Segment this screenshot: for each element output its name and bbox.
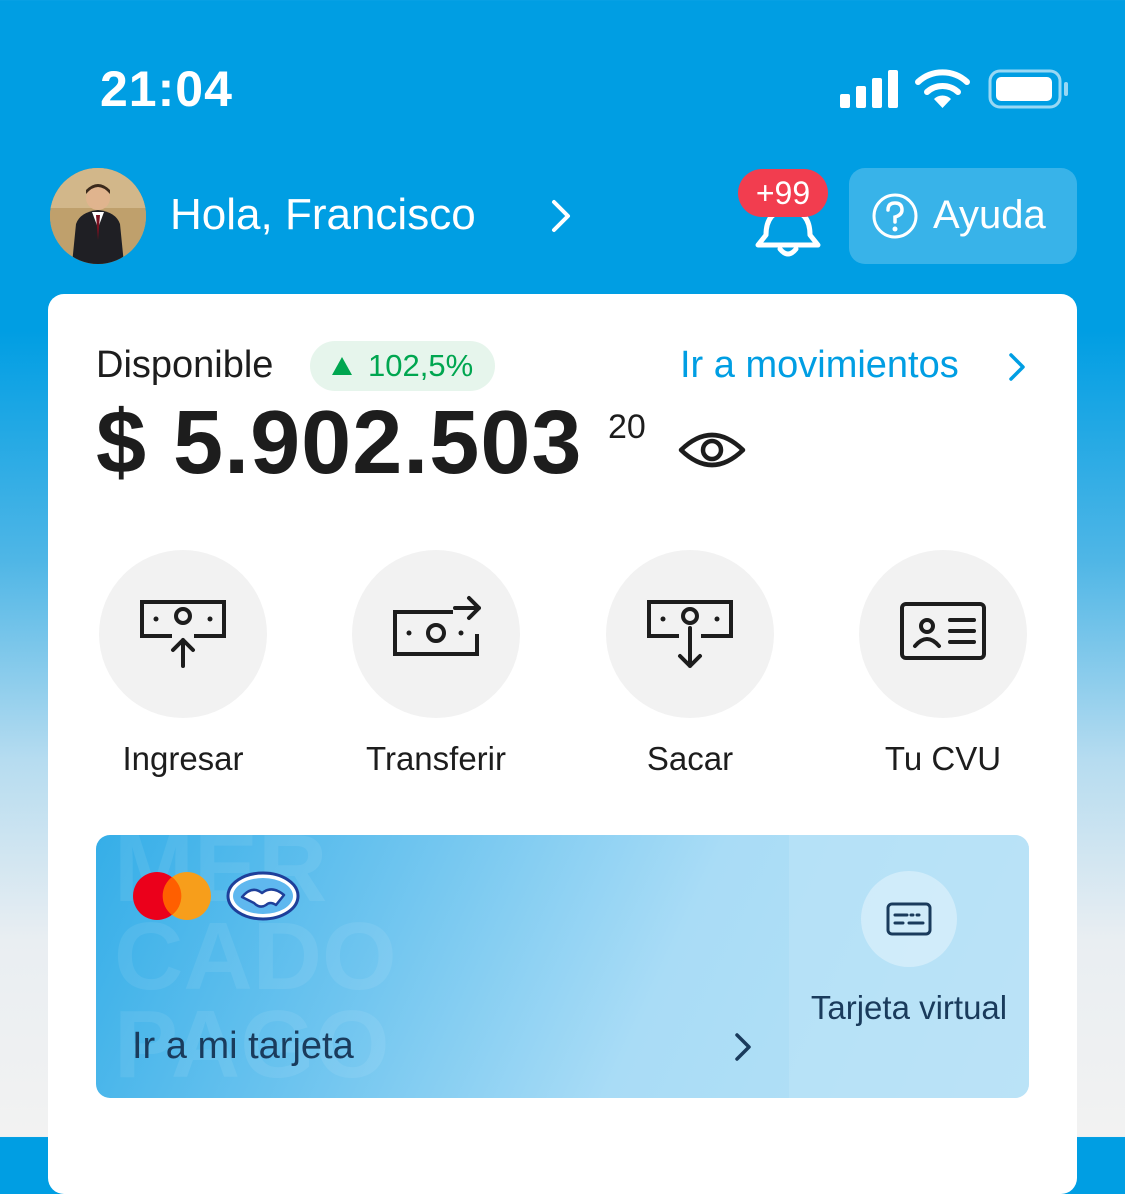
- action-tu-cvu[interactable]: Tu CVU: [858, 550, 1028, 778]
- top-header: Hola, Francisco +99 Ayuda: [0, 165, 1125, 265]
- balance-amount: $ 5.902.503: [96, 393, 583, 493]
- action-sacar[interactable]: Sacar: [605, 550, 775, 778]
- battery-icon: [988, 69, 1068, 109]
- chevron-right-icon[interactable]: [732, 1030, 754, 1064]
- available-label: Disponible: [96, 344, 274, 386]
- user-photo: [50, 168, 146, 264]
- growth-value: 102,5%: [368, 348, 474, 383]
- virtual-card-icon: [886, 902, 932, 936]
- money-in-icon: [140, 600, 226, 668]
- eye-icon[interactable]: [678, 428, 746, 472]
- chevron-right-icon[interactable]: [1006, 351, 1028, 383]
- greeting[interactable]: Hola, Francisco: [170, 190, 476, 240]
- movements-link[interactable]: Ir a movimientos: [680, 344, 959, 387]
- status-bar: 21:04: [0, 0, 1125, 150]
- virtual-card-button[interactable]: Tarjeta virtual: [789, 835, 1029, 1098]
- go-to-card-link[interactable]: Ir a mi tarjeta: [132, 1025, 354, 1068]
- mercado-pago-handshake-logo-icon: [226, 871, 300, 921]
- chevron-right-icon[interactable]: [548, 198, 574, 234]
- help-label: Ayuda: [933, 193, 1046, 237]
- action-circle[interactable]: [606, 550, 774, 718]
- mastercard-logo-icon: [133, 872, 211, 920]
- action-circle[interactable]: [859, 550, 1027, 718]
- notification-badge: +99: [738, 169, 828, 217]
- question-circle-icon: [872, 193, 918, 239]
- action-label: Sacar: [646, 740, 734, 777]
- cellular-signal-icon: [840, 70, 898, 108]
- up-triangle-icon: [332, 357, 352, 375]
- action-circle[interactable]: [352, 550, 520, 718]
- status-time: 21:04: [100, 61, 233, 117]
- growth-badge: 102,5%: [310, 341, 496, 391]
- help-button[interactable]: Ayuda: [849, 168, 1077, 264]
- balance-card: Disponible 102,5% Ir a movimientos $ 5.9…: [48, 294, 1077, 1194]
- action-ingresar[interactable]: Ingresar: [98, 550, 268, 778]
- money-out-icon: [647, 600, 733, 668]
- card-banner[interactable]: MER CADO PAGO Ir a mi tarjeta Tarjeta vi…: [96, 835, 1029, 1098]
- transfer-icon: [393, 596, 481, 656]
- action-label: Transferir: [366, 740, 506, 777]
- balance-cents: 20: [608, 408, 646, 446]
- action-label: Tu CVU: [884, 740, 1002, 777]
- avatar[interactable]: [50, 168, 146, 264]
- wifi-icon: [915, 69, 970, 108]
- action-circle[interactable]: [99, 550, 267, 718]
- action-transferir[interactable]: Transferir: [351, 550, 521, 778]
- virtual-card-icon-circle: [861, 871, 957, 967]
- virtual-card-label: Tarjeta virtual: [810, 989, 1008, 1026]
- action-label: Ingresar: [122, 740, 244, 777]
- id-card-icon: [900, 602, 986, 660]
